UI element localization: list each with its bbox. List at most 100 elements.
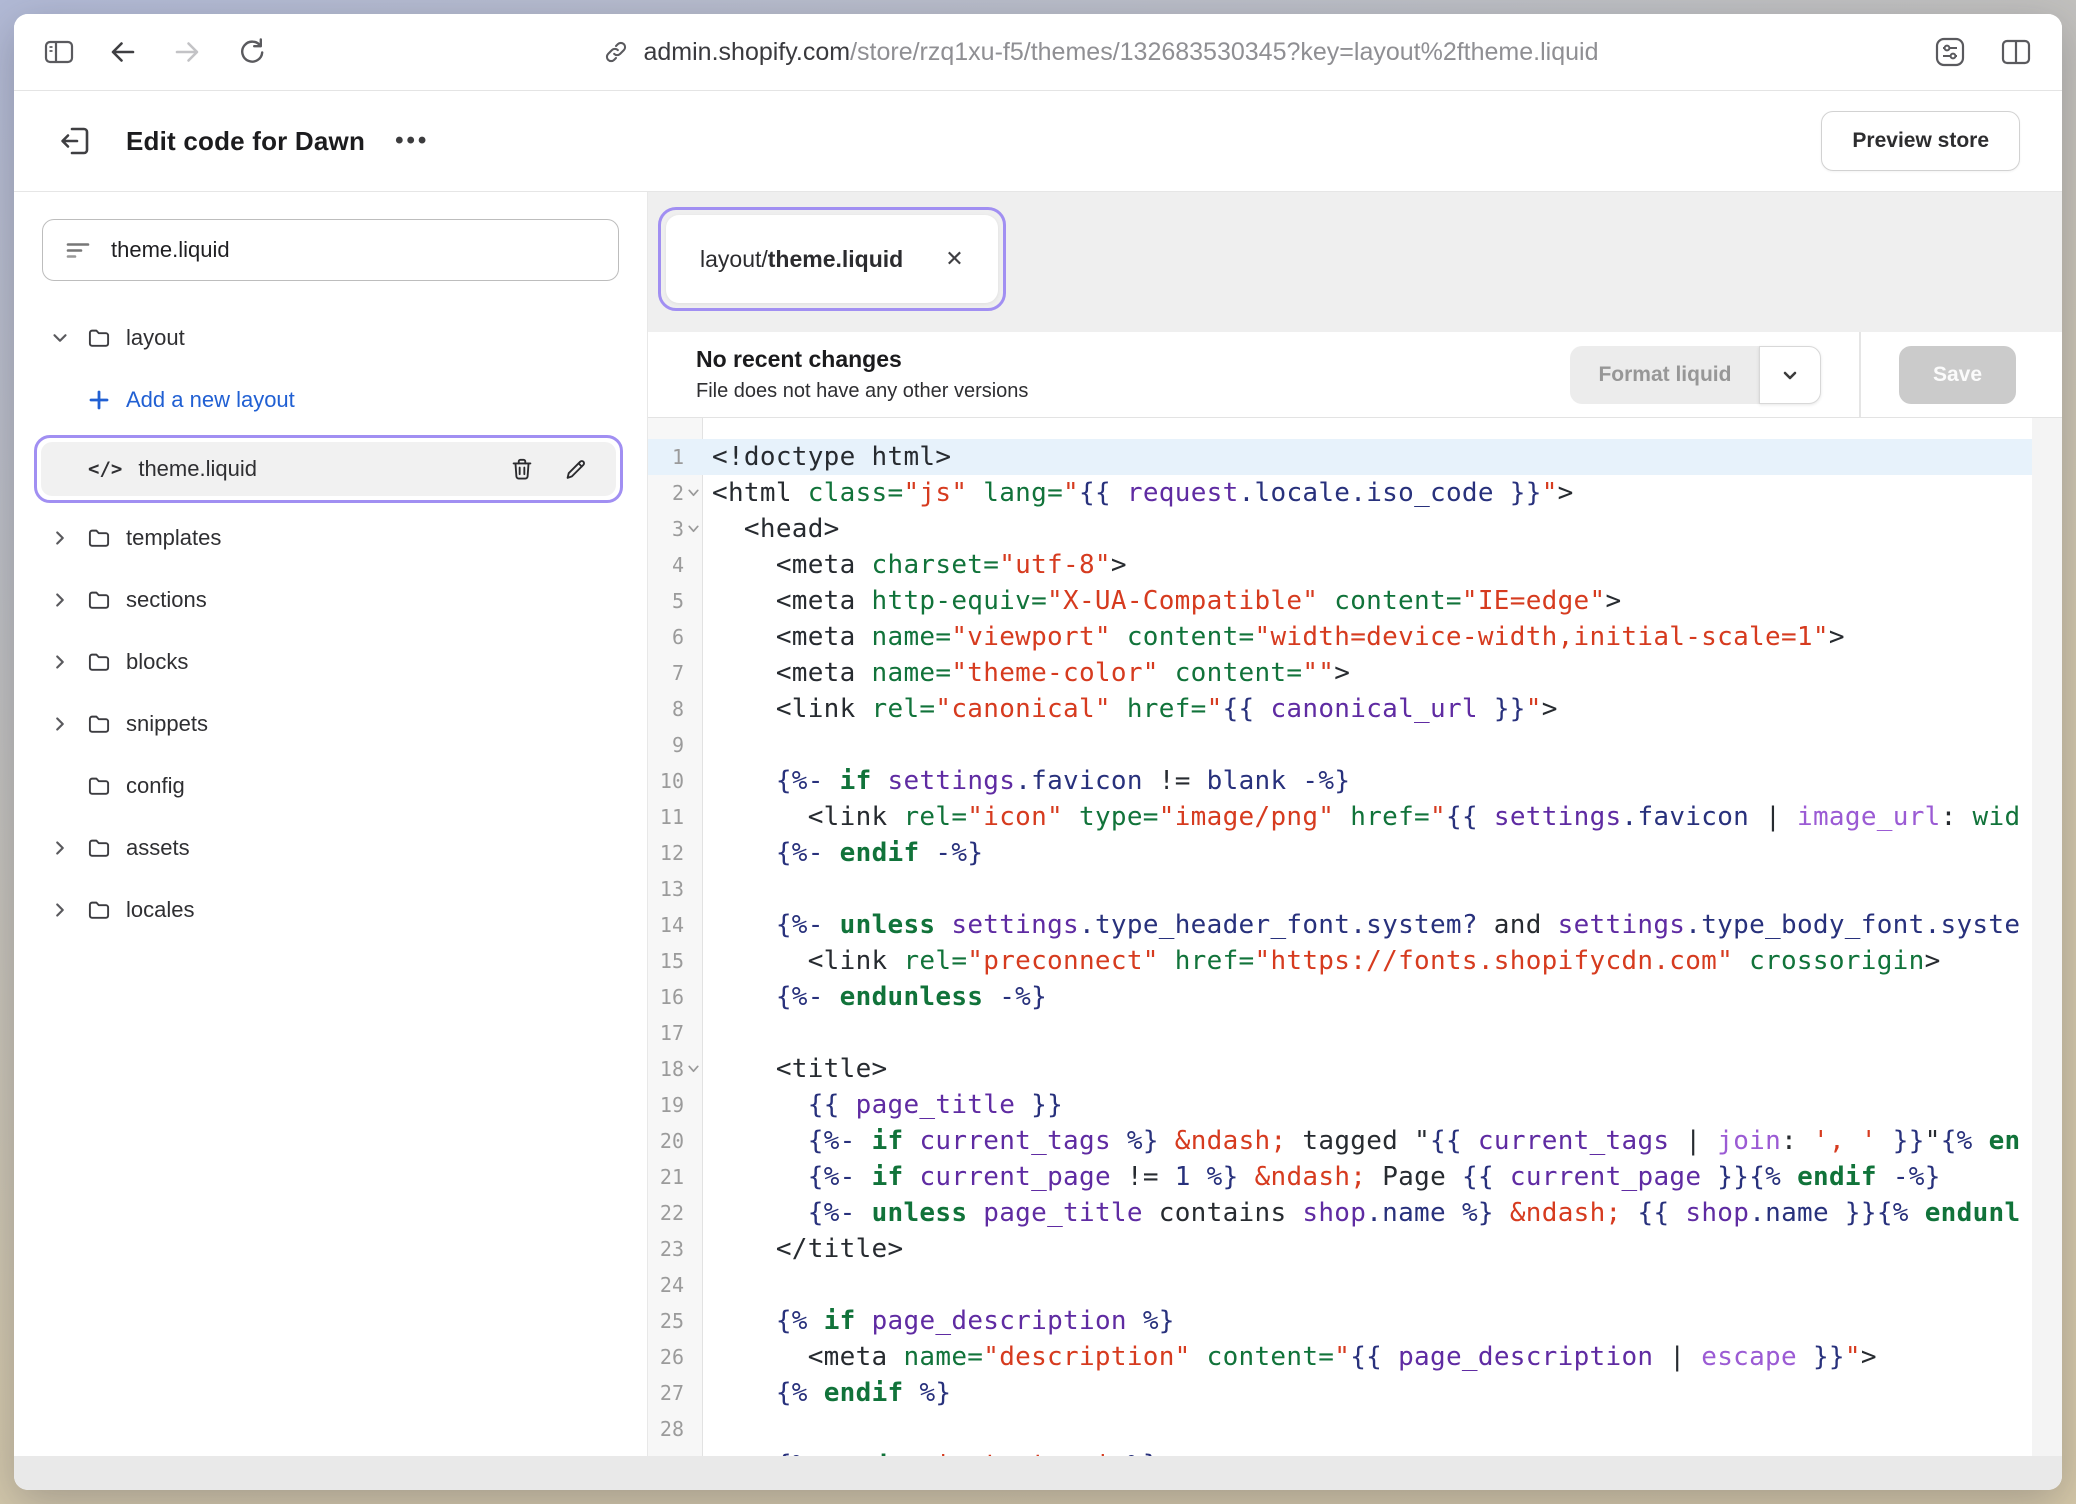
format-liquid-dropdown[interactable] xyxy=(1759,346,1821,404)
format-liquid-button[interactable]: Format liquid xyxy=(1570,346,1759,404)
code-line[interactable]: 11 <link rel="icon" type="image/png" hre… xyxy=(648,799,2032,835)
code-line[interactable]: 16 {%- endunless -%} xyxy=(648,979,2032,1015)
code-line[interactable]: 23 </title> xyxy=(648,1231,2032,1267)
address-bar[interactable]: admin.shopify.com/store/rzq1xu-f5/themes… xyxy=(298,38,1902,67)
more-menu-button[interactable]: ••• xyxy=(395,127,429,155)
forward-icon[interactable] xyxy=(170,35,204,69)
tree-item-assets[interactable]: assets xyxy=(14,817,647,879)
chevron-right-icon[interactable] xyxy=(48,589,72,611)
editor-pane: layout/theme.liquid ✕ No recent changes … xyxy=(648,192,2062,1456)
version-controls: Format liquid Save xyxy=(1570,332,2062,417)
fold-chevron-icon[interactable] xyxy=(686,521,702,537)
search-value: theme.liquid xyxy=(111,237,230,263)
tree-item-theme.liquid[interactable]: </>theme.liquid xyxy=(41,442,616,496)
pencil-icon[interactable] xyxy=(562,455,590,483)
code-line[interactable]: 28 xyxy=(648,1411,2032,1447)
chevron-right-icon[interactable] xyxy=(48,713,72,735)
folder-icon xyxy=(86,648,112,676)
active-tab-highlight-ring: layout/theme.liquid ✕ xyxy=(658,207,1006,311)
line-number: 5 xyxy=(648,583,684,619)
sidebar-toggle-icon[interactable] xyxy=(42,35,76,69)
tree-item-label: sections xyxy=(126,587,207,613)
tab-bar: layout/theme.liquid ✕ xyxy=(648,192,2062,332)
tab-layout-theme-liquid[interactable]: layout/theme.liquid ✕ xyxy=(666,215,998,303)
tree-item-sections[interactable]: sections xyxy=(14,569,647,631)
code-line[interactable]: 1<!doctype html> xyxy=(648,439,2032,475)
folder-icon xyxy=(86,324,112,352)
code-lines: 1<!doctype html>2<html class="js" lang="… xyxy=(648,439,2032,1456)
tree-item-label: templates xyxy=(126,525,221,551)
line-number: 25 xyxy=(648,1303,684,1339)
chevron-right-icon[interactable] xyxy=(48,899,72,921)
code-line[interactable]: 7 <meta name="theme-color" content=""> xyxy=(648,655,2032,691)
browser-toolbar: admin.shopify.com/store/rzq1xu-f5/themes… xyxy=(14,14,2062,91)
code-file-icon: </> xyxy=(88,458,122,480)
code-line[interactable]: 3 <head> xyxy=(648,511,2032,547)
code-line[interactable]: 26 <meta name="description" content="{{ … xyxy=(648,1339,2032,1375)
tree-item-locales[interactable]: locales xyxy=(14,879,647,941)
code-line[interactable]: 10 {%- if settings.favicon != blank -%} xyxy=(648,763,2032,799)
fold-chevron-icon[interactable] xyxy=(686,1061,702,1077)
code-line[interactable]: 24 xyxy=(648,1267,2032,1303)
fold-chevron-icon[interactable] xyxy=(686,485,702,501)
line-number: 3 xyxy=(648,511,684,547)
tree-item-snippets[interactable]: snippets xyxy=(14,693,647,755)
split-view-icon[interactable] xyxy=(1998,34,2034,70)
code-editor[interactable]: 1<!doctype html>2<html class="js" lang="… xyxy=(648,418,2062,1456)
close-tab-icon[interactable]: ✕ xyxy=(945,248,963,270)
workspace: theme.liquid layoutAdd a new layout </>th… xyxy=(14,192,2062,1456)
folder-icon xyxy=(86,896,112,924)
app-header: Edit code for Dawn ••• Preview store xyxy=(14,91,2062,192)
line-number: 16 xyxy=(648,979,684,1015)
back-icon[interactable] xyxy=(106,35,140,69)
code-line[interactable]: 12 {%- endif -%} xyxy=(648,835,2032,871)
code-line[interactable]: 6 <meta name="viewport" content="width=d… xyxy=(648,619,2032,655)
line-number: 22 xyxy=(648,1195,684,1231)
code-line[interactable]: 8 <link rel="canonical" href="{{ canonic… xyxy=(648,691,2032,727)
code-line[interactable]: 22 {%- unless page_title contains shop.n… xyxy=(648,1195,2032,1231)
trash-icon[interactable] xyxy=(508,455,536,483)
tree-item-blocks[interactable]: blocks xyxy=(14,631,647,693)
url-path: /store/rzq1xu-f5/themes/132683530345?key… xyxy=(850,38,1598,66)
code-line[interactable]: 27 {% endif %} xyxy=(648,1375,2032,1411)
code-line[interactable]: 25 {% if page_description %} xyxy=(648,1303,2032,1339)
line-number: 9 xyxy=(648,727,684,763)
code-line[interactable]: 13 xyxy=(648,871,2032,907)
code-line[interactable]: 20 {%- if current_tags %} &ndash; tagged… xyxy=(648,1123,2032,1159)
version-info: No recent changes File does not have any… xyxy=(696,346,1028,403)
version-subtitle: File does not have any other versions xyxy=(696,380,1028,403)
code-line[interactable]: 29 {% render 'meta-tags' %} xyxy=(648,1447,2032,1456)
chevron-down-icon xyxy=(1778,363,1802,387)
line-number: 7 xyxy=(648,655,684,691)
scrollbar-track[interactable] xyxy=(2032,418,2062,1456)
line-number: 10 xyxy=(648,763,684,799)
chevron-right-icon[interactable] xyxy=(48,527,72,549)
tree-item-label: snippets xyxy=(126,711,208,737)
chevron-right-icon[interactable] xyxy=(48,837,72,859)
code-line[interactable]: 4 <meta charset="utf-8"> xyxy=(648,547,2032,583)
add-layout-button[interactable]: Add a new layout xyxy=(14,369,647,431)
code-line[interactable]: 17 xyxy=(648,1015,2032,1051)
exit-editor-button[interactable] xyxy=(56,121,96,161)
code-line[interactable]: 18 <title> xyxy=(648,1051,2032,1087)
preview-store-button[interactable]: Preview store xyxy=(1821,111,2020,171)
code-line[interactable]: 5 <meta http-equiv="X-UA-Compatible" con… xyxy=(648,583,2032,619)
line-number: 20 xyxy=(648,1123,684,1159)
code-line[interactable]: 14 {%- unless settings.type_header_font.… xyxy=(648,907,2032,943)
tree-item-templates[interactable]: templates xyxy=(14,507,647,569)
save-button[interactable]: Save xyxy=(1899,346,2016,404)
code-line[interactable]: 2<html class="js" lang="{{ request.local… xyxy=(648,475,2032,511)
code-line[interactable]: 15 <link rel="preconnect" href="https://… xyxy=(648,943,2032,979)
code-line[interactable]: 9 xyxy=(648,727,2032,763)
code-line[interactable]: 21 {%- if current_page != 1 %} &ndash; P… xyxy=(648,1159,2032,1195)
tree-item-config[interactable]: config xyxy=(14,755,647,817)
file-actions xyxy=(508,455,590,483)
chevron-right-icon[interactable] xyxy=(48,651,72,673)
tree-item-layout[interactable]: layout xyxy=(14,307,647,369)
page-settings-icon[interactable] xyxy=(1932,34,1968,70)
search-input[interactable]: theme.liquid xyxy=(42,219,619,281)
reload-icon[interactable] xyxy=(234,35,268,69)
chevron-down-icon[interactable] xyxy=(48,327,72,349)
code-line[interactable]: 19 {{ page_title }} xyxy=(648,1087,2032,1123)
line-number: 27 xyxy=(648,1375,684,1411)
